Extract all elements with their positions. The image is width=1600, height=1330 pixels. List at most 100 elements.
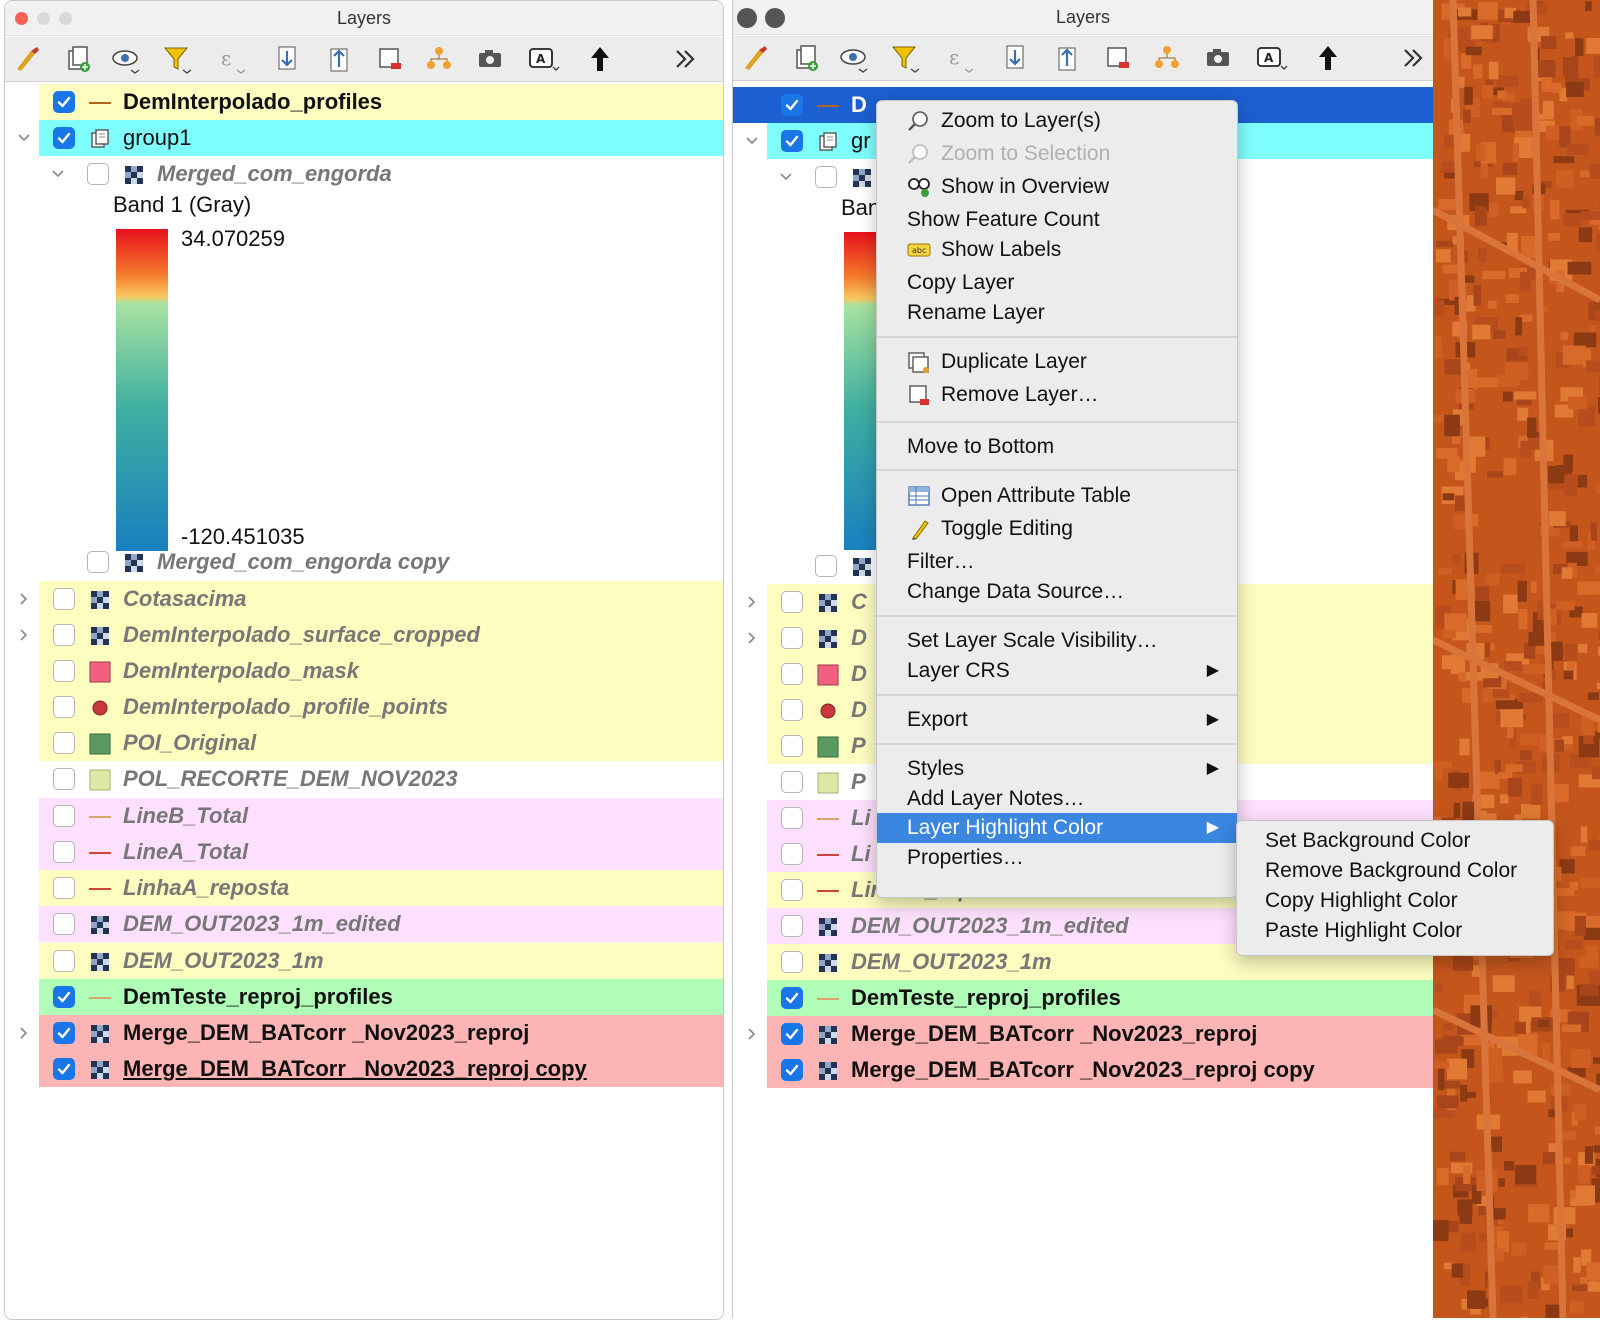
layer-visibility-checkbox[interactable] bbox=[781, 1023, 803, 1045]
layer-visibility-checkbox[interactable] bbox=[53, 986, 75, 1008]
zoom-button[interactable] bbox=[59, 12, 72, 25]
undock-icon[interactable] bbox=[765, 8, 785, 28]
layer-visibility-checkbox[interactable] bbox=[781, 130, 803, 152]
layer-row[interactable]: DemInterpolado_profiles bbox=[5, 84, 723, 120]
style-brush-icon[interactable] bbox=[739, 42, 773, 74]
menu-item[interactable]: Show in Overview bbox=[877, 172, 1237, 202]
close-icon[interactable] bbox=[737, 8, 757, 28]
layer-row[interactable]: LineB_Total bbox=[5, 798, 723, 834]
chevron-down-icon[interactable] bbox=[743, 132, 761, 150]
chevron-down-icon[interactable] bbox=[15, 129, 33, 147]
minimize-button[interactable] bbox=[37, 12, 50, 25]
layer-row[interactable]: Merged_com_engorda bbox=[5, 156, 723, 192]
layer-row[interactable]: Merge_DEM_BATcorr _Nov2023_reproj copy bbox=[5, 1051, 723, 1087]
layer-row[interactable]: DEM_OUT2023_1m bbox=[5, 943, 723, 979]
menu-item[interactable]: Layer Highlight Color ▶ bbox=[877, 813, 1237, 843]
layer-visibility-checkbox[interactable] bbox=[781, 663, 803, 685]
layer-row[interactable]: Merge_DEM_BATcorr _Nov2023_reproj bbox=[5, 1015, 723, 1051]
chevron-down-icon[interactable] bbox=[49, 165, 67, 183]
menu-item[interactable]: Rename Layer bbox=[877, 298, 1237, 328]
layer-visibility-checkbox[interactable] bbox=[53, 950, 75, 972]
layer-visibility-checkbox[interactable] bbox=[781, 951, 803, 973]
menu-item[interactable]: Toggle Editing bbox=[877, 514, 1237, 544]
menu-item[interactable]: Properties… bbox=[877, 843, 1237, 873]
menu-item[interactable]: Add Layer Notes… bbox=[877, 784, 1237, 814]
menu-item[interactable]: Layer CRS ▶ bbox=[877, 656, 1237, 686]
layer-visibility-checkbox[interactable] bbox=[781, 915, 803, 937]
layer-visibility-checkbox[interactable] bbox=[53, 660, 75, 682]
layer-row[interactable]: Merged_com_engorda copy bbox=[5, 544, 723, 580]
layer-row[interactable]: Merge_DEM_BATcorr _Nov2023_reproj copy bbox=[733, 1052, 1433, 1088]
remove-layer-icon[interactable] bbox=[373, 43, 407, 75]
menu-item[interactable]: Show Feature Count bbox=[877, 205, 1237, 235]
chevron-right-icon[interactable] bbox=[15, 1024, 33, 1042]
layer-row[interactable]: group1 bbox=[5, 120, 723, 156]
layer-row[interactable]: POI_Original bbox=[5, 725, 723, 761]
expression-filter-icon[interactable]: ε bbox=[943, 42, 977, 74]
menu-item[interactable]: Copy Layer bbox=[877, 268, 1237, 298]
layer-visibility-checkbox[interactable] bbox=[781, 735, 803, 757]
layer-visibility-checkbox[interactable] bbox=[53, 91, 75, 113]
layer-row[interactable]: DemInterpolado_mask bbox=[5, 653, 723, 689]
move-up-arrow-icon[interactable] bbox=[583, 43, 617, 75]
label-toggle-icon[interactable]: A bbox=[1255, 42, 1289, 74]
layer-tree-icon[interactable] bbox=[423, 43, 457, 75]
layer-row[interactable]: LineA_Total bbox=[5, 834, 723, 870]
layer-visibility-checkbox[interactable] bbox=[781, 771, 803, 793]
layer-visibility-checkbox[interactable] bbox=[87, 551, 109, 573]
filter-icon[interactable] bbox=[161, 43, 195, 75]
layer-visibility-checkbox[interactable] bbox=[781, 94, 803, 116]
submenu-item[interactable]: Set Background Color bbox=[1237, 826, 1553, 856]
layer-visibility-checkbox[interactable] bbox=[781, 807, 803, 829]
camera-icon[interactable] bbox=[473, 43, 507, 75]
add-group-icon[interactable] bbox=[789, 42, 823, 74]
submenu-item[interactable]: Paste Highlight Color bbox=[1237, 916, 1553, 946]
layer-tree-icon[interactable] bbox=[1151, 42, 1185, 74]
layer-row[interactable]: POL_RECORTE_DEM_NOV2023 bbox=[5, 761, 723, 797]
menu-item[interactable]: Open Attribute Table bbox=[877, 481, 1237, 511]
layer-visibility-checkbox[interactable] bbox=[781, 1059, 803, 1081]
layer-visibility-checkbox[interactable] bbox=[815, 166, 837, 188]
layer-row[interactable]: Merge_DEM_BATcorr _Nov2023_reproj bbox=[733, 1016, 1433, 1052]
menu-item[interactable]: Remove Layer… bbox=[877, 380, 1237, 410]
layer-visibility-checkbox[interactable] bbox=[53, 913, 75, 935]
layer-row[interactable]: Cotasacima bbox=[5, 581, 723, 617]
chevron-down-icon[interactable] bbox=[777, 168, 795, 186]
chevron-right-icon[interactable] bbox=[743, 629, 761, 647]
collapse-all-icon[interactable] bbox=[323, 43, 357, 75]
chevron-right-icon[interactable] bbox=[15, 590, 33, 608]
collapse-all-icon[interactable] bbox=[1051, 42, 1085, 74]
overflow-chevron-icon[interactable] bbox=[669, 43, 703, 75]
expand-all-icon[interactable] bbox=[271, 43, 305, 75]
layer-visibility-checkbox[interactable] bbox=[781, 879, 803, 901]
menu-item[interactable]: abc Show Labels bbox=[877, 235, 1237, 265]
visibility-eye-icon[interactable] bbox=[109, 43, 143, 75]
layer-visibility-checkbox[interactable] bbox=[87, 163, 109, 185]
close-button[interactable] bbox=[15, 12, 28, 25]
menu-item[interactable]: Filter… bbox=[877, 547, 1237, 577]
layer-visibility-checkbox[interactable] bbox=[781, 699, 803, 721]
layer-visibility-checkbox[interactable] bbox=[53, 805, 75, 827]
layer-visibility-checkbox[interactable] bbox=[53, 877, 75, 899]
map-canvas[interactable] bbox=[1433, 0, 1600, 1318]
layer-visibility-checkbox[interactable] bbox=[53, 768, 75, 790]
chevron-right-icon[interactable] bbox=[15, 626, 33, 644]
layer-row[interactable]: LinhaA_reposta bbox=[5, 870, 723, 906]
move-up-arrow-icon[interactable] bbox=[1311, 42, 1345, 74]
layer-row[interactable]: DemInterpolado_surface_cropped bbox=[5, 617, 723, 653]
layer-visibility-checkbox[interactable] bbox=[53, 732, 75, 754]
layer-row[interactable]: DemInterpolado_profile_points bbox=[5, 689, 723, 725]
layer-visibility-checkbox[interactable] bbox=[781, 627, 803, 649]
layer-visibility-checkbox[interactable] bbox=[781, 987, 803, 1009]
layer-visibility-checkbox[interactable] bbox=[53, 841, 75, 863]
filter-icon[interactable] bbox=[889, 42, 923, 74]
layer-visibility-checkbox[interactable] bbox=[781, 843, 803, 865]
layer-visibility-checkbox[interactable] bbox=[53, 1058, 75, 1080]
overflow-chevron-icon[interactable] bbox=[1397, 42, 1431, 74]
expand-all-icon[interactable] bbox=[999, 42, 1033, 74]
menu-item[interactable]: Zoom to Layer(s) bbox=[877, 106, 1237, 136]
layer-visibility-checkbox[interactable] bbox=[53, 1022, 75, 1044]
layer-row[interactable]: DemTeste_reproj_profiles bbox=[5, 979, 723, 1015]
layer-visibility-checkbox[interactable] bbox=[815, 555, 837, 577]
chevron-right-icon[interactable] bbox=[743, 593, 761, 611]
